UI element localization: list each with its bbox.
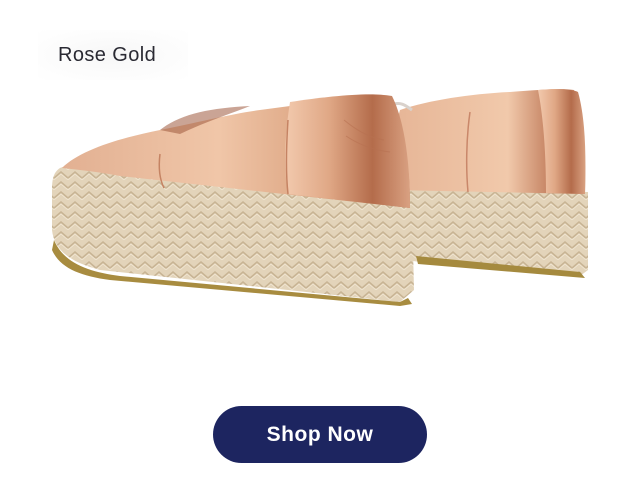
rear-shoe — [392, 89, 588, 278]
product-card: Rose Gold Shop Now — [0, 0, 640, 504]
shop-now-button[interactable]: Shop Now — [213, 406, 427, 463]
color-name-label: Rose Gold — [38, 30, 188, 80]
front-shoe — [52, 94, 414, 306]
product-image[interactable] — [40, 80, 600, 320]
